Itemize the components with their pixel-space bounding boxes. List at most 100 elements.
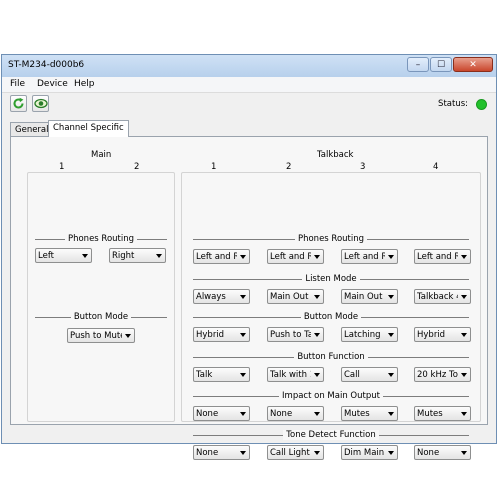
talkback-listen-mode-2-select-value: Main Out A xyxy=(270,292,311,302)
title-bar[interactable]: ST-M234-d000b6 – ☐ ✕ xyxy=(2,55,496,77)
menu-help[interactable]: Help xyxy=(74,79,95,89)
menu-device[interactable]: Device xyxy=(37,79,68,89)
talkback-phones-routing-header-label: Phones Routing xyxy=(294,234,368,244)
talkback-tone-detect-function-1-select[interactable]: None xyxy=(193,445,250,460)
chevron-down-icon xyxy=(314,333,320,337)
eye-icon xyxy=(33,98,48,109)
main-button-mode-header: Button Mode xyxy=(35,312,167,323)
talkback-phones-routing-1-select[interactable]: Left and Ri xyxy=(193,249,250,264)
talkback-phones-routing-3-select[interactable]: Left and Ri xyxy=(341,249,398,264)
status-label: Status: xyxy=(438,99,468,109)
chevron-down-icon xyxy=(461,373,467,377)
main-button-mode-select-value: Push to Mute xyxy=(70,331,122,341)
talkback-button-mode-1-select[interactable]: Hybrid xyxy=(193,327,250,342)
menu-bar: File Device Help xyxy=(2,77,496,93)
talkback-tone-detect-function-2-select-value: Call Light xyxy=(270,448,310,458)
chevron-down-icon xyxy=(314,412,320,416)
talkback-button-function-4-select[interactable]: 20 kHz Ton xyxy=(414,367,471,382)
talkback-button-function-3-select[interactable]: Call xyxy=(341,367,398,382)
talkback-button-mode-3-select[interactable]: Latching xyxy=(341,327,398,342)
chevron-down-icon xyxy=(314,255,320,259)
talkback-impact-on-main-output-3-select-value: Mutes xyxy=(344,409,370,419)
talkback-button-function-2-select[interactable]: Talk with 1 xyxy=(267,367,324,382)
chevron-down-icon xyxy=(461,333,467,337)
status-indicator xyxy=(476,99,487,110)
talkback-phones-routing-2-select[interactable]: Left and Ri xyxy=(267,249,324,264)
talkback-button-mode-header-label: Button Mode xyxy=(300,312,362,322)
talkback-impact-on-main-output-1-select[interactable]: None xyxy=(193,406,250,421)
close-button[interactable]: ✕ xyxy=(453,57,493,72)
talkback-tone-detect-function-4-select-value: None xyxy=(417,448,440,458)
talkback-column-1: 1 xyxy=(211,162,217,172)
chevron-down-icon xyxy=(388,295,394,299)
talkback-impact-on-main-output-header-label: Impact on Main Output xyxy=(279,391,383,401)
talkback-button-mode-1-select-value: Hybrid xyxy=(196,330,225,340)
chevron-down-icon xyxy=(240,333,246,337)
talkback-button-function-2-select-value: Talk with 1 xyxy=(270,370,311,380)
menu-file[interactable]: File xyxy=(10,79,25,89)
main-column-2: 2 xyxy=(134,162,140,172)
main-button-mode-header-label: Button Mode xyxy=(70,312,132,322)
talkback-button-function-1-select[interactable]: Talk xyxy=(193,367,250,382)
talkback-phones-routing-3-select-value: Left and Ri xyxy=(344,252,385,262)
maximize-button[interactable]: ☐ xyxy=(430,57,452,72)
app-window: ST-M234-d000b6 – ☐ ✕ File Device Help St… xyxy=(1,54,497,460)
window-controls: – ☐ ✕ xyxy=(406,57,493,73)
chevron-down-icon xyxy=(240,412,246,416)
talkback-button-mode-4-select-value: Hybrid xyxy=(417,330,446,340)
tab-general[interactable]: General xyxy=(10,122,54,136)
talkback-button-function-header-label: Button Function xyxy=(294,352,368,362)
talkback-phones-routing-4-select-value: Left and Ri xyxy=(417,252,458,262)
talkback-tone-detect-function-3-select[interactable]: Dim Main A xyxy=(341,445,398,460)
talkback-phones-routing-header: Phones Routing xyxy=(193,234,469,245)
talkback-button-mode-2-select[interactable]: Push to Ta xyxy=(267,327,324,342)
tab-channel-specific[interactable]: Channel Specific xyxy=(48,120,129,137)
chevron-down-icon xyxy=(461,412,467,416)
talkback-column-3: 3 xyxy=(360,162,366,172)
talkback-impact-on-main-output-header: Impact on Main Output xyxy=(193,391,469,402)
talkback-button-mode-4-select[interactable]: Hybrid xyxy=(414,327,471,342)
main-button-mode-select[interactable]: Push to Mute xyxy=(67,328,135,343)
talkback-column-4: 4 xyxy=(433,162,439,172)
talkback-button-mode-header: Button Mode xyxy=(193,312,469,323)
refresh-icon xyxy=(13,97,24,109)
talkback-tone-detect-function-header-label: Tone Detect Function xyxy=(283,430,379,440)
talkback-button-function-4-select-value: 20 kHz Ton xyxy=(417,370,458,380)
talkback-button-function-header: Button Function xyxy=(193,352,469,363)
talkback-tone-detect-function-1-select-value: None xyxy=(196,448,219,458)
refresh-button[interactable] xyxy=(10,95,27,112)
main-phones-routing-2-select[interactable]: Right xyxy=(109,248,166,263)
talkback-listen-mode-2-select[interactable]: Main Out A xyxy=(267,289,324,304)
talkback-tone-detect-function-4-select[interactable]: None xyxy=(414,445,471,460)
talkback-phones-routing-4-select[interactable]: Left and Ri xyxy=(414,249,471,264)
talkback-tone-detect-function-2-select[interactable]: Call Light xyxy=(267,445,324,460)
chevron-down-icon xyxy=(461,295,467,299)
chevron-down-icon xyxy=(461,255,467,259)
talkback-button-function-3-select-value: Call xyxy=(344,370,360,380)
main-phones-routing-2-select-value: Right xyxy=(112,251,135,261)
talkback-listen-mode-1-select[interactable]: Always xyxy=(193,289,250,304)
chevron-down-icon xyxy=(314,451,320,455)
minimize-button[interactable]: – xyxy=(407,57,429,72)
talkback-phones-routing-1-select-value: Left and Ri xyxy=(196,252,237,262)
main-phones-routing-1-select[interactable]: Left xyxy=(35,248,92,263)
talkback-listen-mode-4-select[interactable]: Talkback 4 xyxy=(414,289,471,304)
chevron-down-icon xyxy=(388,255,394,259)
talkback-impact-on-main-output-2-select[interactable]: None xyxy=(267,406,324,421)
talkback-button-function-1-select-value: Talk xyxy=(196,370,213,380)
talkback-impact-on-main-output-4-select[interactable]: Mutes xyxy=(414,406,471,421)
chevron-down-icon xyxy=(388,412,394,416)
chevron-down-icon xyxy=(314,295,320,299)
view-button[interactable] xyxy=(32,95,49,112)
talkback-impact-on-main-output-3-select[interactable]: Mutes xyxy=(341,406,398,421)
talkback-column-2: 2 xyxy=(286,162,292,172)
talkback-listen-mode-3-select[interactable]: Main Out 1a xyxy=(341,289,398,304)
main-column-1: 1 xyxy=(59,162,65,172)
talkback-impact-on-main-output-4-select-value: Mutes xyxy=(417,409,443,419)
talkback-listen-mode-1-select-value: Always xyxy=(196,292,226,302)
talkback-listen-mode-header: Listen Mode xyxy=(193,274,469,285)
talkback-phones-routing-2-select-value: Left and Ri xyxy=(270,252,311,262)
chevron-down-icon xyxy=(461,451,467,455)
chevron-down-icon xyxy=(82,254,88,258)
main-phones-routing-header-label: Phones Routing xyxy=(64,234,138,244)
